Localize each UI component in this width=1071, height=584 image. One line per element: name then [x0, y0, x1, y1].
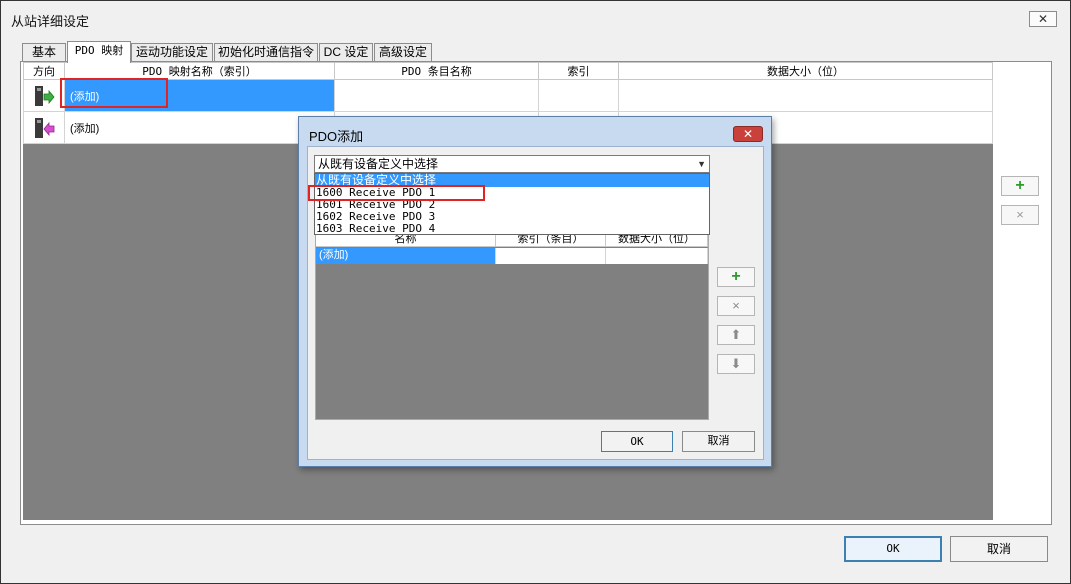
ok-button[interactable]: OK	[844, 536, 942, 562]
dialog-header-index: 索引（条目）	[496, 233, 606, 247]
chevron-down-icon[interactable]: ▼	[697, 156, 706, 172]
window-title: 从站详细设定	[11, 14, 90, 29]
cancel-button[interactable]: 取消	[950, 536, 1048, 562]
dialog-index-cell[interactable]	[496, 248, 606, 264]
header-entry-name: PDO 条目名称	[334, 62, 539, 80]
arrow-up-icon: ⬆	[730, 327, 742, 342]
dialog-size-cell[interactable]	[606, 248, 708, 264]
move-down-button[interactable]: ⬇	[717, 354, 755, 374]
mapping-name-cell[interactable]: (添加)	[64, 111, 335, 144]
arrow-down-icon: ⬇	[730, 356, 742, 371]
pdo-source-dropdown-list: 从既有设备定义中选择 1600 Receive PDO 1 1601 Recei…	[314, 173, 710, 235]
header-index: 索引	[538, 62, 619, 80]
dialog-delete-button[interactable]: ×	[717, 296, 755, 316]
dropdown-item-1603[interactable]: 1603 Receive PDO 4	[315, 223, 709, 235]
header-data-size: 数据大小（位）	[618, 62, 993, 80]
dialog-ok-button[interactable]: OK	[601, 431, 673, 452]
tab-pdo-mapping[interactable]: PDO 映射	[67, 41, 131, 63]
highlight-box	[308, 185, 485, 201]
direction-cell	[23, 111, 65, 144]
window-close-button[interactable]: ✕	[1029, 11, 1057, 27]
tab-motion-settings[interactable]: 运动功能设定	[131, 43, 213, 61]
data-size-cell[interactable]	[618, 79, 993, 112]
tab-advanced-settings[interactable]: 高级设定	[374, 43, 432, 61]
grid-row-output[interactable]: (添加)	[23, 79, 993, 112]
index-cell[interactable]	[538, 79, 619, 112]
header-mapping-name: PDO 映射名称（索引）	[64, 62, 335, 80]
pdo-source-combo[interactable]: 从既有设备定义中选择 ▼	[314, 155, 710, 173]
dialog-name-cell[interactable]: (添加)	[316, 248, 496, 264]
title-bar: 从站详细设定 ✕	[1, 1, 1070, 37]
tab-dc-settings[interactable]: DC 设定	[319, 43, 373, 61]
dialog-cancel-button[interactable]: 取消	[682, 431, 755, 452]
dialog-title: PDO添加	[309, 129, 364, 144]
output-arrow-icon	[35, 85, 55, 106]
dialog-add-button[interactable]: +	[717, 267, 755, 287]
dialog-header-name: 名称	[316, 233, 496, 247]
input-arrow-icon	[35, 117, 55, 138]
tab-basic[interactable]: 基本	[22, 43, 66, 61]
tab-init-commands[interactable]: 初始化时通信指令	[214, 43, 318, 61]
mapping-name-text: (添加)	[70, 122, 100, 135]
header-direction: 方向	[23, 62, 65, 80]
combo-value: 从既有设备定义中选择	[318, 157, 439, 171]
dialog-header-data-size: 数据大小（位）	[606, 233, 708, 247]
move-up-button[interactable]: ⬆	[717, 325, 755, 345]
dialog-close-button[interactable]: ✕	[733, 126, 763, 142]
direction-cell	[23, 79, 65, 112]
delete-pdo-button[interactable]: ×	[1001, 205, 1039, 225]
highlight-box	[60, 78, 168, 108]
add-pdo-button[interactable]: +	[1001, 176, 1039, 196]
entry-name-cell[interactable]	[334, 79, 539, 112]
